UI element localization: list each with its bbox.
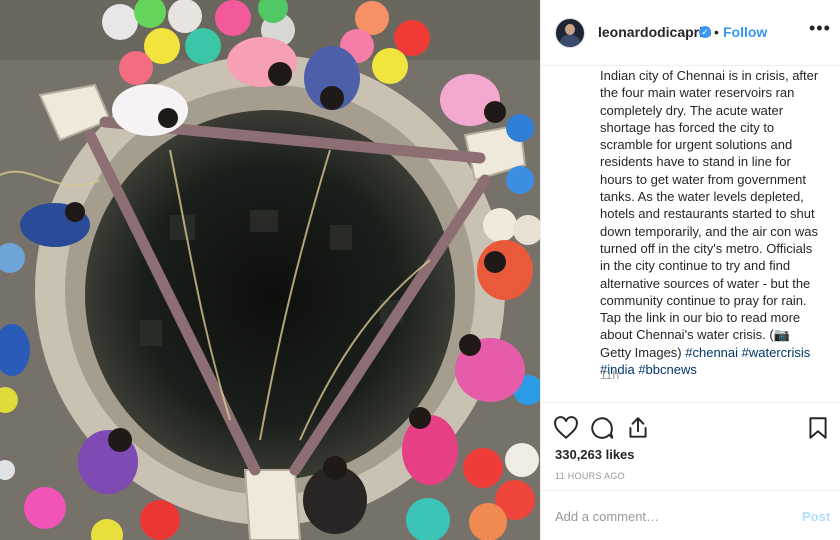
post-photo[interactable] (0, 0, 540, 540)
comment-bar: Post (541, 490, 840, 540)
post-comment-button[interactable]: Post (802, 509, 830, 524)
caption-text: Indian city of Chennai is in crisis, aft… (600, 67, 828, 378)
caption-line: community continue to pray for rain. (600, 292, 807, 308)
more-options-icon[interactable]: ••• (809, 18, 831, 39)
bookmark-icon[interactable] (805, 415, 831, 441)
caption-line: about Chennai's water crisis. (📷 (600, 327, 790, 343)
caption-area: Indian city of Chennai is in crisis, aft… (541, 66, 840, 402)
caption-relative-time[interactable]: 11h (600, 368, 619, 382)
caption-line: tanks. As the water levels depleted, (600, 189, 804, 205)
caption-line: down temporarily, and the air con was (600, 223, 818, 239)
well-photo-illustration (0, 0, 540, 540)
caption-line: shortage has forced the city to (600, 119, 775, 135)
post-side-panel: leonardodicaprio ✓ • Follow ••• Indian c… (540, 0, 840, 540)
username-link[interactable]: leonardodicaprio (598, 24, 712, 40)
hashtag-link[interactable]: #watercrisis (742, 345, 811, 360)
separator-dot: • (714, 24, 719, 40)
caption-line: in the city continue to try and find (600, 258, 791, 274)
caption-line: completely dry. The acute water (600, 102, 784, 118)
caption-line: Getty Images) #chennai #watercrisis (600, 344, 828, 361)
follow-button[interactable]: Follow (723, 24, 767, 40)
hashtag-link[interactable]: #bbcnews (638, 362, 697, 377)
comment-input[interactable] (555, 507, 775, 525)
likes-count[interactable]: 330,263 likes (555, 447, 635, 462)
share-icon[interactable] (625, 415, 651, 441)
caption-line: residents have to stand in line for (600, 154, 791, 170)
caption-line: turned off in the city's metro. Official… (600, 240, 813, 256)
avatar-face (565, 24, 575, 35)
post-header: leonardodicaprio ✓ • Follow ••• (541, 0, 840, 66)
post-timestamp[interactable]: 11 HOURS AGO (555, 471, 625, 481)
caption-line: hours to get water from government (600, 171, 806, 187)
caption-line: alternative sources of water - but the (600, 275, 811, 291)
comment-icon[interactable] (589, 415, 615, 441)
avatar[interactable] (555, 18, 585, 48)
caption-line: hotels and restaurants started to shut (600, 206, 815, 222)
caption-line: #india #bbcnews (600, 361, 828, 378)
avatar-suit (560, 35, 580, 47)
heart-icon[interactable] (553, 415, 579, 441)
hashtag-link[interactable]: #chennai (685, 345, 738, 360)
verified-badge-icon: ✓ (699, 26, 711, 38)
caption-line: the four main water reservoirs ran (600, 85, 795, 101)
caption-line: scramble for urgent solutions and (600, 137, 793, 153)
caption-credit: Getty Images) (600, 344, 686, 360)
caption-line: Indian city of Chennai is in crisis, aft… (600, 68, 819, 83)
action-bar: 330,263 likes 11 HOURS AGO (541, 402, 840, 490)
caption-line: Tap the link in our bio to read more (600, 310, 801, 326)
